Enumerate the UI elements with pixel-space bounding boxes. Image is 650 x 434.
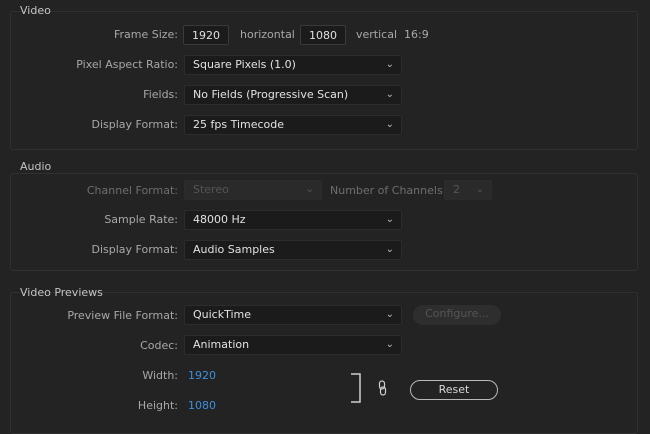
chevron-down-icon: ⌄ bbox=[305, 184, 314, 195]
reset-button[interactable]: Reset bbox=[410, 380, 498, 400]
preview-width-value[interactable]: 1920 bbox=[188, 369, 216, 382]
fields-dropdown[interactable]: No Fields (Progressive Scan) ⌄ bbox=[184, 85, 402, 105]
configure-button[interactable]: Configure... bbox=[413, 305, 501, 325]
frame-height-input[interactable] bbox=[300, 25, 346, 45]
preview-file-format-label: Preview File Format: bbox=[67, 309, 178, 322]
num-channels-label: Number of Channels: bbox=[330, 184, 447, 197]
pixel-aspect-value: Square Pixels (1.0) bbox=[193, 58, 296, 71]
video-section-title: Video bbox=[20, 4, 51, 17]
pixel-aspect-label: Pixel Aspect Ratio: bbox=[76, 58, 178, 71]
horizontal-label: horizontal bbox=[240, 28, 295, 41]
frame-width-input[interactable] bbox=[183, 25, 229, 45]
preview-width-label: Width: bbox=[142, 369, 178, 382]
audio-display-format-value: Audio Samples bbox=[193, 243, 275, 256]
preview-height-value[interactable]: 1080 bbox=[188, 399, 216, 412]
fields-label: Fields: bbox=[143, 88, 178, 101]
vertical-label: vertical bbox=[356, 28, 398, 41]
sample-rate-value: 48000 Hz bbox=[193, 213, 246, 226]
num-channels-dropdown[interactable]: 2 ⌄ bbox=[444, 180, 492, 200]
chevron-down-icon: ⌄ bbox=[385, 339, 394, 350]
frame-size-label: Frame Size: bbox=[113, 28, 178, 41]
chevron-down-icon: ⌄ bbox=[385, 309, 394, 320]
codec-dropdown[interactable]: Animation ⌄ bbox=[184, 335, 402, 355]
video-display-format-value: 25 fps Timecode bbox=[193, 118, 285, 131]
video-display-format-label: Display Format: bbox=[91, 118, 178, 131]
fields-value: No Fields (Progressive Scan) bbox=[193, 88, 349, 101]
audio-display-format-label: Display Format: bbox=[91, 243, 178, 256]
channel-format-label: Channel Format: bbox=[86, 184, 178, 197]
video-previews-section-title: Video Previews bbox=[20, 286, 103, 299]
constrain-bracket bbox=[351, 373, 361, 403]
preview-height-label: Height: bbox=[137, 399, 178, 412]
audio-section-title: Audio bbox=[20, 160, 52, 173]
pixel-aspect-dropdown[interactable]: Square Pixels (1.0) ⌄ bbox=[184, 55, 402, 75]
preview-file-format-value: QuickTime bbox=[193, 308, 252, 321]
codec-label: Codec: bbox=[140, 339, 178, 352]
sample-rate-label: Sample Rate: bbox=[104, 213, 178, 226]
aspect-ratio-readout: 16:9 bbox=[404, 28, 429, 41]
channel-format-dropdown[interactable]: Stereo ⌄ bbox=[184, 180, 322, 200]
sample-rate-dropdown[interactable]: 48000 Hz ⌄ bbox=[184, 210, 402, 230]
chevron-down-icon: ⌄ bbox=[385, 244, 394, 255]
chevron-down-icon: ⌄ bbox=[475, 184, 484, 195]
num-channels-value: 2 bbox=[453, 183, 460, 196]
chevron-down-icon: ⌄ bbox=[385, 214, 394, 225]
video-display-format-dropdown[interactable]: 25 fps Timecode ⌄ bbox=[184, 115, 402, 135]
chevron-down-icon: ⌄ bbox=[385, 89, 394, 100]
chevron-down-icon: ⌄ bbox=[385, 59, 394, 70]
channel-format-value: Stereo bbox=[193, 183, 229, 196]
preview-file-format-dropdown[interactable]: QuickTime ⌄ bbox=[184, 305, 402, 325]
audio-display-format-dropdown[interactable]: Audio Samples ⌄ bbox=[184, 240, 402, 260]
chevron-down-icon: ⌄ bbox=[385, 119, 394, 130]
codec-value: Animation bbox=[193, 338, 250, 351]
link-icon[interactable] bbox=[378, 380, 387, 396]
